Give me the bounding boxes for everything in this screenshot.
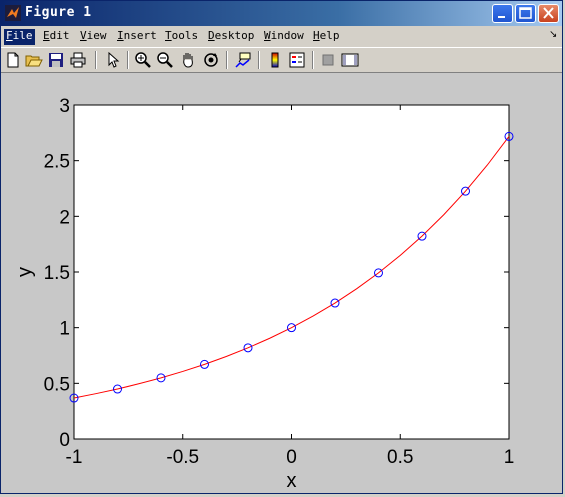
- plot-axes[interactable]: -1 -0.5 0 0.5 100.511.522.53xy: [1, 73, 562, 493]
- menu-view[interactable]: View: [78, 29, 109, 45]
- figure-toolbar: [1, 47, 562, 73]
- close-icon: [543, 7, 554, 19]
- insert-colorbar-icon[interactable]: [266, 51, 284, 69]
- toolbar-separator: [127, 51, 129, 69]
- y-axis-label: y: [14, 267, 36, 277]
- close-button[interactable]: [538, 4, 559, 23]
- zoom-out-icon[interactable]: [156, 51, 174, 69]
- menu-window[interactable]: Window: [262, 29, 306, 45]
- matlab-logo-icon: [5, 5, 21, 21]
- menu-bar: File Edit View Insert Tools Desktop Window Help: [1, 28, 562, 46]
- toolbar-separator: [95, 51, 97, 69]
- y-tick-label: 0.5: [44, 374, 70, 395]
- minimize-icon: [498, 16, 505, 18]
- title-bar[interactable]: Figure 1: [1, 1, 562, 26]
- x-axis-label: x: [287, 470, 297, 492]
- toolbar-separator: [312, 51, 314, 69]
- select-arrow-icon[interactable]: [104, 51, 122, 69]
- x-tick-label: 1: [504, 447, 515, 468]
- y-tick-label: 0: [59, 430, 70, 451]
- y-tick-label: 3: [59, 96, 70, 117]
- save-icon[interactable]: [47, 51, 65, 69]
- pan-hand-icon[interactable]: [179, 51, 197, 69]
- minimize-button[interactable]: [492, 4, 513, 23]
- figure-canvas: -1 -0.5 0 0.5 1 0 0.5 1 1.5 2 2.5 3 x y: [1, 73, 562, 493]
- figure-window: Figure 1 File Edit View Insert Tools Desktop W…: [0, 0, 563, 494]
- maximize-button[interactable]: [515, 4, 536, 23]
- y-tick-label: 2.5: [44, 152, 70, 173]
- insert-legend-icon[interactable]: [288, 51, 306, 69]
- x-tick-label: -0.5: [166, 447, 199, 468]
- x-tick-label: 0: [286, 447, 297, 468]
- plot-area: [73, 104, 510, 440]
- show-plot-tools-icon[interactable]: [341, 51, 359, 69]
- toolbar-separator: [258, 51, 260, 69]
- hide-plot-tools-icon[interactable]: [319, 51, 337, 69]
- y-tick-label: 1: [59, 319, 70, 340]
- new-figure-icon[interactable]: [4, 51, 22, 69]
- menu-file[interactable]: File: [4, 29, 35, 45]
- menu-desktop[interactable]: Desktop: [206, 29, 256, 45]
- menu-overflow-icon[interactable]: ↘: [549, 29, 557, 40]
- menu-insert[interactable]: Insert: [115, 29, 159, 45]
- print-icon[interactable]: [69, 51, 87, 69]
- rotate-3d-icon[interactable]: [202, 51, 220, 69]
- window-title: Figure 1: [25, 5, 92, 20]
- y-tick-label: 1.5: [44, 263, 70, 284]
- menu-edit[interactable]: Edit: [41, 29, 72, 45]
- menu-tools[interactable]: Tools: [163, 29, 200, 45]
- data-cursor-icon[interactable]: [234, 51, 252, 69]
- zoom-in-icon[interactable]: [134, 51, 152, 69]
- open-file-icon[interactable]: [25, 51, 43, 69]
- y-tick-label: 2: [59, 207, 70, 228]
- menu-help[interactable]: Help: [311, 29, 342, 45]
- x-tick-label: 0.5: [387, 447, 413, 468]
- maximize-icon: [519, 7, 532, 19]
- toolbar-separator: [226, 51, 228, 69]
